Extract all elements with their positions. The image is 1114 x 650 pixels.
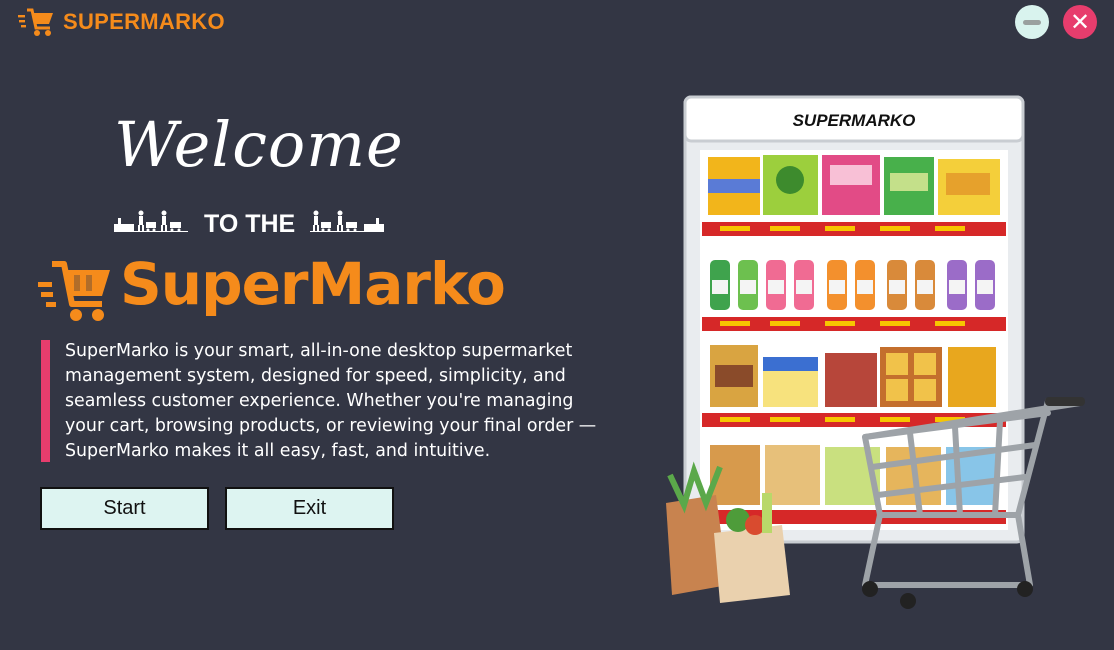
shopping-cart-icon	[18, 8, 53, 36]
minimize-icon	[1023, 19, 1041, 25]
app-title: SUPERMARKO	[63, 9, 225, 34]
description-accent-bar	[41, 340, 50, 462]
brand-title: SuperMarko	[120, 250, 506, 318]
description-text: SuperMarko is your smart, all-in-one des…	[65, 341, 597, 461]
fridge-cart-illustration: SUPERMARKO	[666, 95, 1085, 609]
shoppers-icon	[310, 210, 384, 232]
minimize-button[interactable]	[1015, 5, 1049, 39]
to-the-row: TO THE	[114, 206, 394, 246]
start-button[interactable]: Start	[40, 487, 209, 530]
supermarket-illustration: SUPERMARKO	[650, 95, 1090, 610]
fridge-label: SUPERMARKO	[792, 111, 916, 130]
close-button[interactable]: ✕	[1063, 5, 1097, 39]
to-the-text: TO THE	[204, 210, 296, 238]
close-icon: ✕	[1069, 8, 1091, 36]
shoppers-icon	[114, 210, 188, 232]
exit-button[interactable]: Exit	[225, 487, 394, 530]
welcome-heading: Welcome	[114, 108, 404, 181]
brand-cart-icon	[38, 261, 110, 321]
title-bar: SUPERMARKO ✕	[0, 0, 1114, 46]
